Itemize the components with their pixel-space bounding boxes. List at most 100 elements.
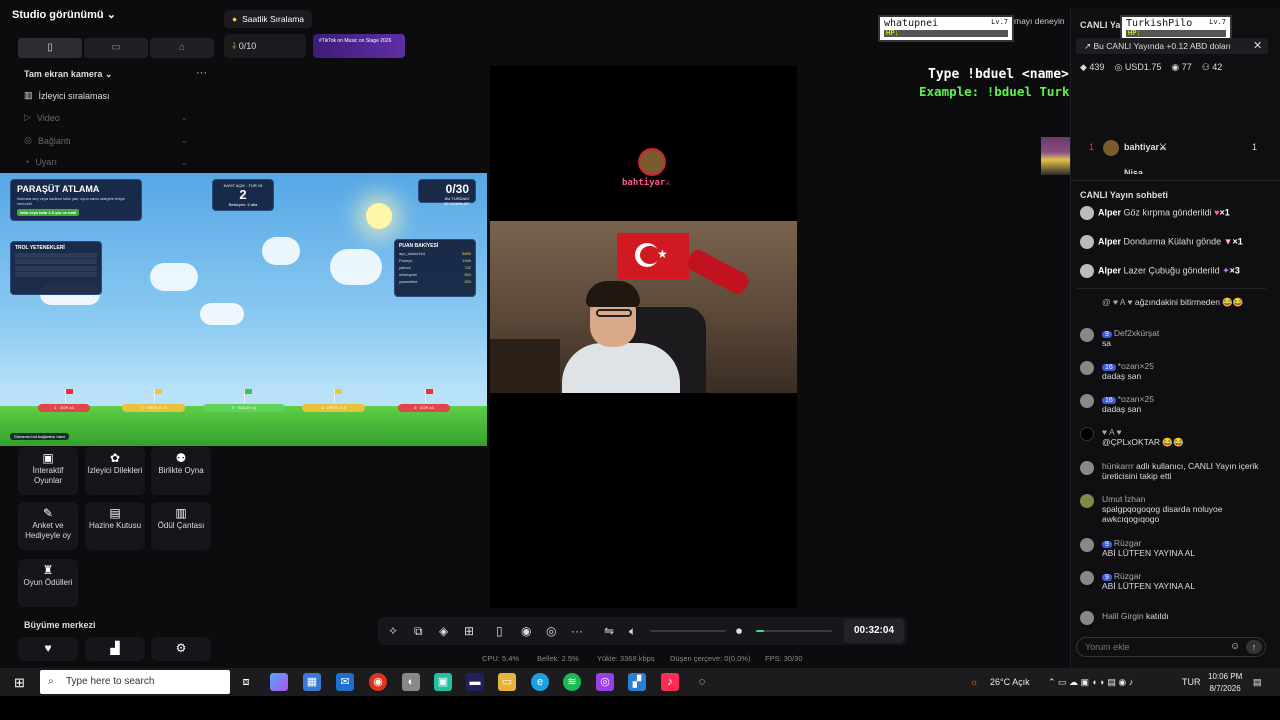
growth-item[interactable]: ▟ [85,637,145,661]
growth-item[interactable]: ♥ [18,637,78,661]
hourly-ranking-label: Saatlik Sıralama [242,14,305,24]
language-indicator[interactable]: TUR [1182,668,1201,696]
gift-icon: ▼ [1223,236,1233,247]
edge-icon[interactable]: e [531,673,549,691]
stream-controls: ✧ ⧉ ◈ ⊞ ▯ ◉ ◎ ··· ⇋ 🔈︎ ⏺︎ 00:32:04 [378,617,907,645]
store-icon[interactable]: ▦ [303,673,321,691]
avatar [1080,611,1094,625]
points-row: yalova 732 [399,265,471,270]
app-icon[interactable]: ◎ [596,673,614,691]
promo-banner[interactable]: #TikTok on Music on Stage 2026 [313,34,405,58]
gamepad-icon: ▣ [42,451,54,465]
mic-icon[interactable]: ⏺︎ [736,624,742,639]
phone-icon[interactable]: ▯ [496,624,503,638]
skydive-game: PARAŞÜT ATLAMA Numara seç veya sadece la… [0,173,487,446]
volume-icon[interactable]: 🔈︎ [629,624,636,639]
interactive-games-button[interactable]: ▣ İnteraktif Oyunlar [18,447,78,495]
emoji-icon[interactable]: ☺ [1230,641,1240,652]
zone-5: 5 · ZOR x3 [398,404,450,412]
magic-icon[interactable]: ✧ [388,624,398,638]
app-icon[interactable]: ◐ [402,673,420,691]
file-explorer-icon[interactable]: ▭ [498,673,516,691]
reward-bag-label: Ödül Çantası [157,521,205,530]
poll-button[interactable]: ✎ Anket ve Hediyeyle oy [18,502,78,550]
play-together-button[interactable]: ⚉ Birlikte Oyna [151,447,211,495]
chat-message: 16 *ozan×25 dadaş san [1080,361,1260,381]
app-icon[interactable]: ▬ [466,673,484,691]
mic-slider[interactable] [756,630,832,632]
streamer [552,281,690,393]
viewer-ranking-item[interactable]: ▥ İzleyici sıralaması [24,90,110,101]
growth-item[interactable]: ⚙ [151,637,211,661]
taskbar-search[interactable]: Type here to search [40,670,230,694]
volume-slider[interactable] [650,630,726,632]
more-icon[interactable]: ··· [571,624,583,638]
tab-other[interactable]: ⌂ [150,38,214,58]
earnings-text: Bu CANLI Yayında +0.12 ABD doları [1093,41,1231,51]
chat-message: ♥ A ♥ @ÇPLxOKTAR 😂😂 [1080,427,1260,448]
copilot-icon[interactable] [270,673,288,691]
section-video[interactable]: ▷ Video [24,112,60,123]
zone-2: 2 · ORTA x1.5 [122,404,185,412]
tab-landscape[interactable]: ▭ [84,38,148,58]
clock[interactable]: 10:06 PM 8/7/2026 [1208,671,1242,695]
app-icon[interactable]: ◉ [369,673,387,691]
viewer-wishes-button[interactable]: ✿ İzleyici Dilekleri [85,447,145,495]
fullscreen-camera-dropdown[interactable]: Tam ekran kamera ⌄ [24,69,112,80]
bottom-strip [0,696,1280,720]
top-viewer-name[interactable]: bahtiyar⚔ [1124,142,1167,153]
send-button[interactable]: ↑ [1246,640,1262,654]
alert-icon: ◔ [24,157,30,167]
section-alert[interactable]: ◔ Uyarı [24,157,57,167]
section-connection[interactable]: ◎ Bağlantı [24,135,71,146]
hourly-ranking[interactable]: ● Saatlik Sıralama [224,10,313,28]
settings-sliders-icon[interactable]: ⇋ [604,624,614,638]
upload-status: Yükle: 3368 kbps [597,654,655,663]
game-rewards-button[interactable]: ♜ Oyun Ödülleri [18,559,78,607]
chat-message: hünkarrr adlı kullanıcı, CANLI Yayın içe… [1080,461,1260,481]
zone-4: 4 · ORTA x1.5 [302,404,365,412]
close-icon[interactable]: ✕ [1253,39,1262,52]
chevron-down-icon[interactable]: ⌄ [180,135,188,146]
task-view-icon[interactable]: ⧈ [237,673,255,691]
points-panel: PUAN BAKİYESİ ayo_sikaru1b4 5850 Pokeyo 19… [394,239,476,297]
poll-label: Anket ve Hediyeyle oy [25,521,71,540]
weather-text[interactable]: 26°C Açık [990,668,1030,696]
goal-box[interactable]: ⸸ 0/10 [224,34,306,58]
app-icon[interactable]: ▞ [628,673,646,691]
section-alert-label: Uyarı [35,157,57,167]
treasure-box-button[interactable]: ▤ Hazine Kutusu [85,502,145,550]
record-icon[interactable]: ◉ [521,624,531,638]
studio-title-label: Studio görünümü [12,9,104,21]
app-icon[interactable]: ▣ [434,673,452,691]
live-header: CANLI Yay [1080,20,1126,30]
sun [366,203,392,229]
round-timer-panel: KAYIT AÇIK · TUR 10 2 Bekleyen: 5 atla [212,179,274,211]
spotify-icon[interactable]: ≋ [563,673,581,691]
camera-icon[interactable]: ◎ [546,624,556,638]
add-icon[interactable]: ⊞ [464,624,474,638]
avatar [1080,571,1094,585]
effects-icon[interactable]: ◈ [439,624,448,638]
reward-bag-button[interactable]: ▥ Ödül Çantası [151,502,211,550]
more-options-button[interactable]: ··· [196,67,207,79]
webcam-feed: ★ [490,221,797,393]
studio-view-dropdown[interactable]: Studio görünümü ⌄ [12,8,116,21]
mail-icon[interactable]: ✉ [336,673,354,691]
tab-portrait[interactable]: ▯ [18,38,82,58]
chart-icon: ▟ [110,641,120,655]
grass [0,406,487,446]
round-timer-sub: Bekleyen: 5 atla [228,202,258,207]
layout-icon[interactable]: ⧉ [414,624,423,639]
chevron-down-icon[interactable]: ⌄ [180,112,188,123]
points-row: ayo_sikaru1b4 5850 [399,251,471,256]
tray-icons[interactable]: ⌃ ▭ ☁ ▣ ◖ ◗ ▤ ◉ ♪ [1048,668,1133,696]
chat-message: 16 *ozan×25 dadaş san [1080,394,1260,414]
notification-icon[interactable]: ▤ [1253,668,1262,696]
app-icon[interactable]: ◌ [693,673,711,691]
avatar [1080,494,1094,508]
turkish-flag: ★ [617,233,689,279]
tiktok-icon[interactable]: ♪ [661,673,679,691]
chevron-down-icon[interactable]: ⌄ [180,157,188,168]
windows-start-icon[interactable]: ⊞ [14,675,25,691]
